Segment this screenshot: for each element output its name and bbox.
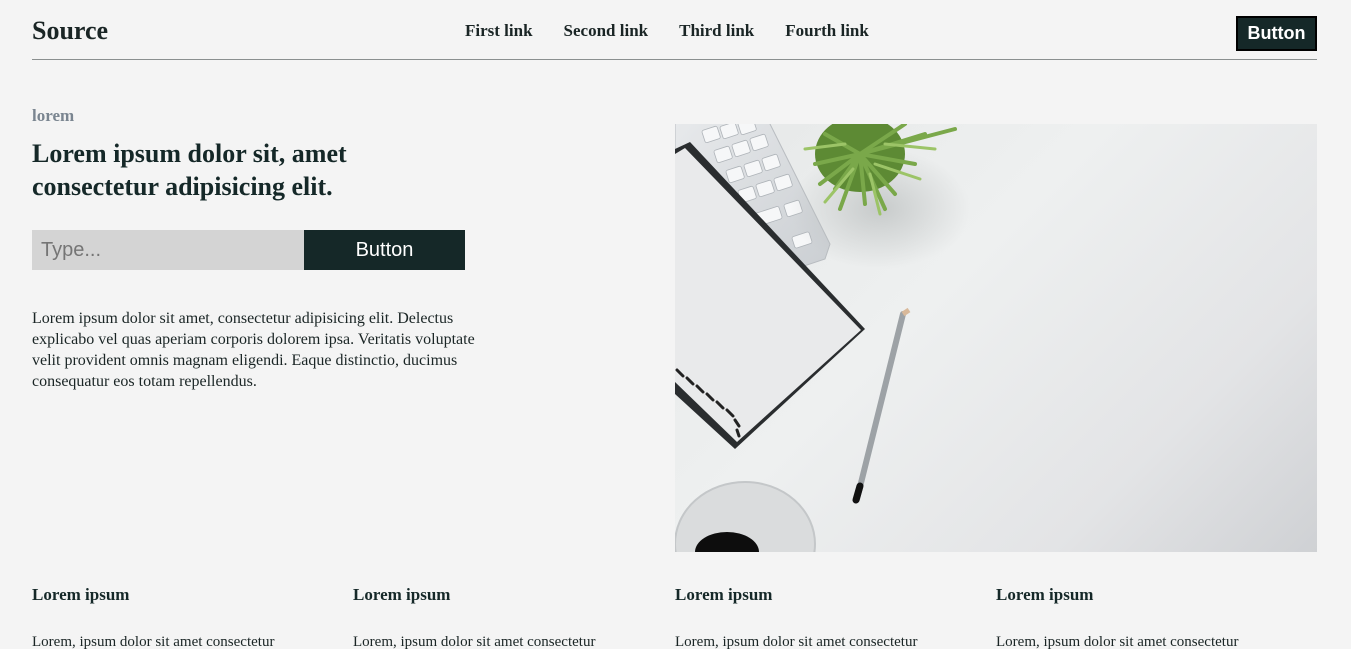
pencil-shape [852, 307, 911, 504]
hero-eyebrow: lorem [32, 106, 75, 125]
hero-headline: Lorem ipsum dolor sit, amet consectetur … [32, 139, 347, 201]
feature-title: Lorem ipsum [996, 585, 1094, 604]
hero-input[interactable] [32, 230, 304, 270]
feature-text: Lorem, ipsum dolor sit amet consectetur [32, 634, 275, 649]
feature-title: Lorem ipsum [353, 585, 451, 604]
nav-link-second[interactable]: Second link [564, 21, 649, 41]
feature-text: Lorem, ipsum dolor sit amet consectetur [353, 634, 596, 649]
hero-submit-button[interactable]: Button [304, 230, 465, 270]
feature-title: Lorem ipsum [675, 585, 773, 604]
feature-card: Lorem ipsum Lorem, ipsum dolor sit amet … [353, 585, 643, 649]
nav-link-first[interactable]: First link [465, 21, 533, 41]
coffee-cup-shape [675, 481, 816, 552]
site-header: Source First link Second link Third link… [32, 0, 1317, 60]
logo[interactable]: Source [32, 16, 108, 46]
feature-card: Lorem ipsum Lorem, ipsum dolor sit amet … [675, 585, 965, 649]
feature-card: Lorem ipsum Lorem, ipsum dolor sit amet … [996, 585, 1286, 649]
feature-text: Lorem, ipsum dolor sit amet consectetur [996, 634, 1239, 649]
hero-image [675, 124, 1317, 552]
main-nav: First link Second link Third link Fourth… [465, 21, 900, 41]
hero-form: Button [32, 230, 465, 270]
nav-link-third[interactable]: Third link [679, 21, 754, 41]
feature-text: Lorem, ipsum dolor sit amet consectetur [675, 634, 918, 649]
nav-link-fourth[interactable]: Fourth link [785, 21, 869, 41]
feature-card: Lorem ipsum Lorem, ipsum dolor sit amet … [32, 585, 322, 649]
desk-photo-illustration [675, 124, 970, 552]
hero-paragraph: Lorem ipsum dolor sit amet, consectetur … [32, 310, 475, 390]
feature-title: Lorem ipsum [32, 585, 130, 604]
header-button[interactable]: Button [1236, 16, 1317, 51]
features-row: Lorem ipsum Lorem, ipsum dolor sit amet … [32, 585, 1317, 649]
